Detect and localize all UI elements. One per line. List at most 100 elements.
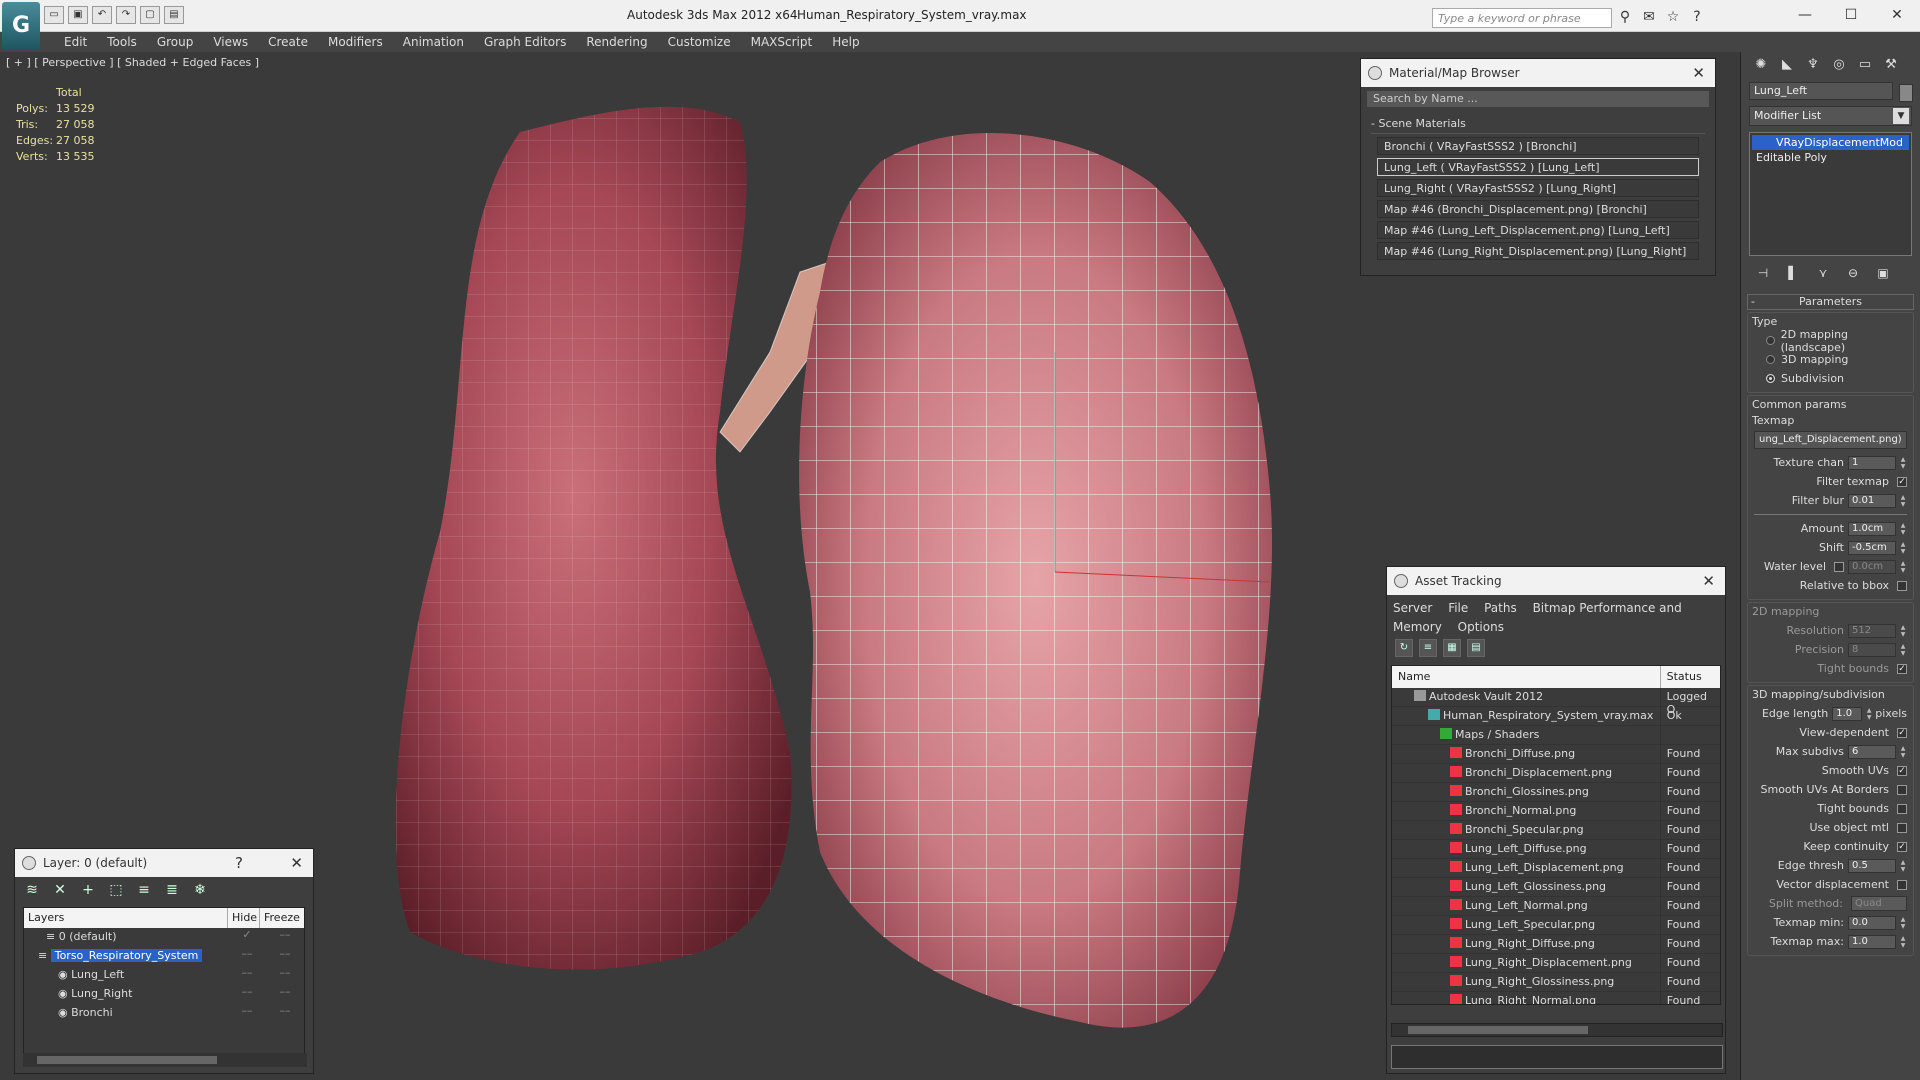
water-level-checkbox[interactable] [1834, 561, 1844, 572]
asset-row[interactable]: Bronchi_Glossines.png Found [1392, 783, 1720, 802]
layer-row[interactable]: ◉ Bronchi –– –– [24, 1004, 304, 1023]
relative-bbox-checkbox[interactable] [1897, 580, 1907, 591]
viewport-label[interactable]: [ + ] [ Perspective ] [ Shaded + Edged F… [6, 56, 259, 69]
spinner-arrows[interactable]: ▲ ▼ [1899, 522, 1907, 536]
refresh-icon[interactable]: ↻ [1395, 639, 1413, 657]
menu-customize[interactable]: Customize [658, 32, 741, 52]
menu-item[interactable]: File [1448, 601, 1468, 615]
hide-toggle[interactable]: –– [228, 1004, 266, 1023]
redo-icon[interactable]: ↷ [116, 6, 136, 24]
menu-views[interactable]: Views [203, 32, 258, 52]
asset-row[interactable]: Maps / Shaders [1392, 726, 1720, 745]
use-object-mtl-checkbox[interactable] [1897, 822, 1907, 833]
layer-row[interactable]: ≡ Torso_Respiratory_System –– –– [24, 947, 304, 966]
water-level-spinner[interactable]: 0.0cm [1848, 559, 1896, 574]
parameters-rollout[interactable]: - Parameters [1747, 294, 1914, 310]
column-header-layers[interactable]: Layers [24, 908, 228, 928]
hide-toggle[interactable]: –– [228, 947, 266, 966]
view-dependent-checkbox[interactable]: ✓ [1897, 727, 1907, 738]
material-item[interactable]: Map #46 (Lung_Left_Displacement.png) [Lu… [1377, 221, 1699, 239]
menu-graph-editors[interactable]: Graph Editors [474, 32, 576, 52]
save-icon[interactable]: ▣ [68, 6, 88, 24]
layer-row[interactable]: ◉ Lung_Right –– –– [24, 985, 304, 1004]
radio-subdivision[interactable]: Subdivision [1752, 369, 1909, 388]
hide-toggle[interactable]: ✓ [228, 928, 266, 947]
material-item[interactable]: Map #46 (Lung_Right_Displacement.png) [L… [1377, 242, 1699, 260]
project-icon[interactable]: ▤ [164, 6, 184, 24]
help-icon[interactable]: ? [235, 854, 243, 872]
object-color-swatch[interactable] [1899, 84, 1913, 102]
spinner-arrows[interactable]: ▲ ▼ [1899, 859, 1907, 873]
search-input[interactable]: Type a keyword or phrase [1432, 8, 1612, 28]
texmap-max-spinner[interactable]: 1.0 [1848, 934, 1896, 949]
asset-row[interactable]: Bronchi_Specular.png Found [1392, 821, 1720, 840]
asset-row[interactable]: Lung_Left_Displacement.png Found [1392, 859, 1720, 878]
menu-maxscript[interactable]: MAXScript [741, 32, 823, 52]
texture-chan-spinner[interactable]: 1 [1848, 455, 1896, 470]
radio-2d-mapping[interactable]: 2D mapping (landscape) [1752, 328, 1909, 354]
tight-bounds-3d-checkbox[interactable] [1897, 803, 1907, 814]
spinner-arrows[interactable]: ▲ ▼ [1899, 745, 1907, 759]
shift-spinner[interactable]: -0.5cm [1848, 540, 1896, 555]
vector-displacement-checkbox[interactable] [1897, 879, 1907, 890]
freeze-toggle[interactable]: –– [266, 1004, 304, 1023]
create-layer-icon[interactable]: ≋ [23, 882, 41, 898]
material-browser-titlebar[interactable]: Material/Map Browser ✕ [1361, 59, 1715, 87]
undo-icon[interactable]: ↶ [92, 6, 112, 24]
edge-length-spinner[interactable]: 1.0 [1832, 706, 1863, 721]
asset-row[interactable]: Lung_Right_Normal.png Found [1392, 992, 1720, 1004]
hide-all-icon[interactable]: ≣ [163, 882, 181, 898]
resolution-spinner[interactable]: 512 [1848, 623, 1896, 638]
column-header-status[interactable]: Status [1661, 666, 1720, 688]
freeze-toggle[interactable]: –– [266, 966, 304, 985]
favorites-icon[interactable]: ☆ [1664, 8, 1682, 26]
menu-help[interactable]: Help [822, 32, 869, 52]
list-view-icon[interactable]: ≡ [1419, 639, 1437, 657]
close-icon[interactable]: ✕ [1692, 64, 1705, 82]
material-item[interactable]: Lung_Left ( VRayFastSSS2 ) [Lung_Left] [1377, 158, 1699, 176]
texmap-min-spinner[interactable]: 0.0 [1848, 915, 1896, 930]
menu-animation[interactable]: Animation [393, 32, 474, 52]
hierarchy-tab-icon[interactable]: ♆ [1803, 56, 1823, 74]
show-end-result-icon[interactable]: ▌ [1785, 266, 1801, 282]
create-tab-icon[interactable]: ✺ [1751, 56, 1771, 74]
freeze-toggle[interactable]: –– [266, 928, 304, 947]
asset-tracking-titlebar[interactable]: Asset Tracking ✕ [1387, 567, 1725, 595]
spinner-arrows[interactable]: ▲ ▼ [1899, 541, 1907, 555]
menu-rendering[interactable]: Rendering [576, 32, 657, 52]
spinner-arrows[interactable]: ▲ ▼ [1899, 494, 1907, 508]
asset-path-field[interactable] [1391, 1045, 1723, 1069]
filter-texmap-checkbox[interactable]: ✓ [1897, 476, 1907, 487]
minimize-icon[interactable]: — [1782, 0, 1828, 30]
menu-modifiers[interactable]: Modifiers [318, 32, 393, 52]
material-item[interactable]: Lung_Right ( VRayFastSSS2 ) [Lung_Right] [1377, 179, 1699, 197]
app-logo-icon[interactable]: G [2, 2, 40, 50]
filter-blur-spinner[interactable]: 0.01 [1848, 493, 1896, 508]
scene-materials-section[interactable]: - Scene Materials [1371, 117, 1705, 134]
remove-modifier-icon[interactable]: ⊖ [1845, 266, 1861, 282]
amount-spinner[interactable]: 1.0cm [1848, 521, 1896, 536]
asset-row[interactable]: Human_Respiratory_System_vray.max Ok [1392, 707, 1720, 726]
hide-toggle[interactable]: –– [228, 966, 266, 985]
object-name-field[interactable]: Lung_Left [1749, 82, 1893, 100]
edge-thresh-spinner[interactable]: 0.5 [1848, 858, 1896, 873]
delete-layer-icon[interactable]: ✕ [51, 882, 69, 898]
table-view-icon[interactable]: ▤ [1467, 639, 1485, 657]
spinner-arrows[interactable]: ▲ ▼ [1899, 456, 1907, 470]
pin-stack-icon[interactable]: ⊣ [1755, 266, 1771, 282]
help-icon[interactable]: ? [1688, 8, 1706, 26]
split-method-select[interactable]: Quad [1851, 896, 1907, 911]
material-search-input[interactable]: Search by Name ... [1367, 91, 1709, 107]
menu-edit[interactable]: Edit [54, 32, 97, 52]
asset-row[interactable]: Bronchi_Displacement.png Found [1392, 764, 1720, 783]
smooth-uvs-borders-checkbox[interactable] [1897, 784, 1907, 795]
smooth-uvs-checkbox[interactable]: ✓ [1897, 765, 1907, 776]
menu-item[interactable]: Bitmap Performance and Memory [1393, 601, 1682, 634]
layer-row[interactable]: ◉ Lung_Left –– –– [24, 966, 304, 985]
open-icon[interactable]: ▭ [44, 6, 64, 24]
material-item[interactable]: Map #46 (Bronchi_Displacement.png) [Bron… [1377, 200, 1699, 218]
freeze-toggle[interactable]: –– [266, 985, 304, 1004]
modifier-stack-item[interactable]: Editable Poly [1752, 150, 1909, 165]
close-icon[interactable]: ✕ [1874, 0, 1920, 30]
column-header-freeze[interactable]: Freeze [260, 908, 304, 928]
